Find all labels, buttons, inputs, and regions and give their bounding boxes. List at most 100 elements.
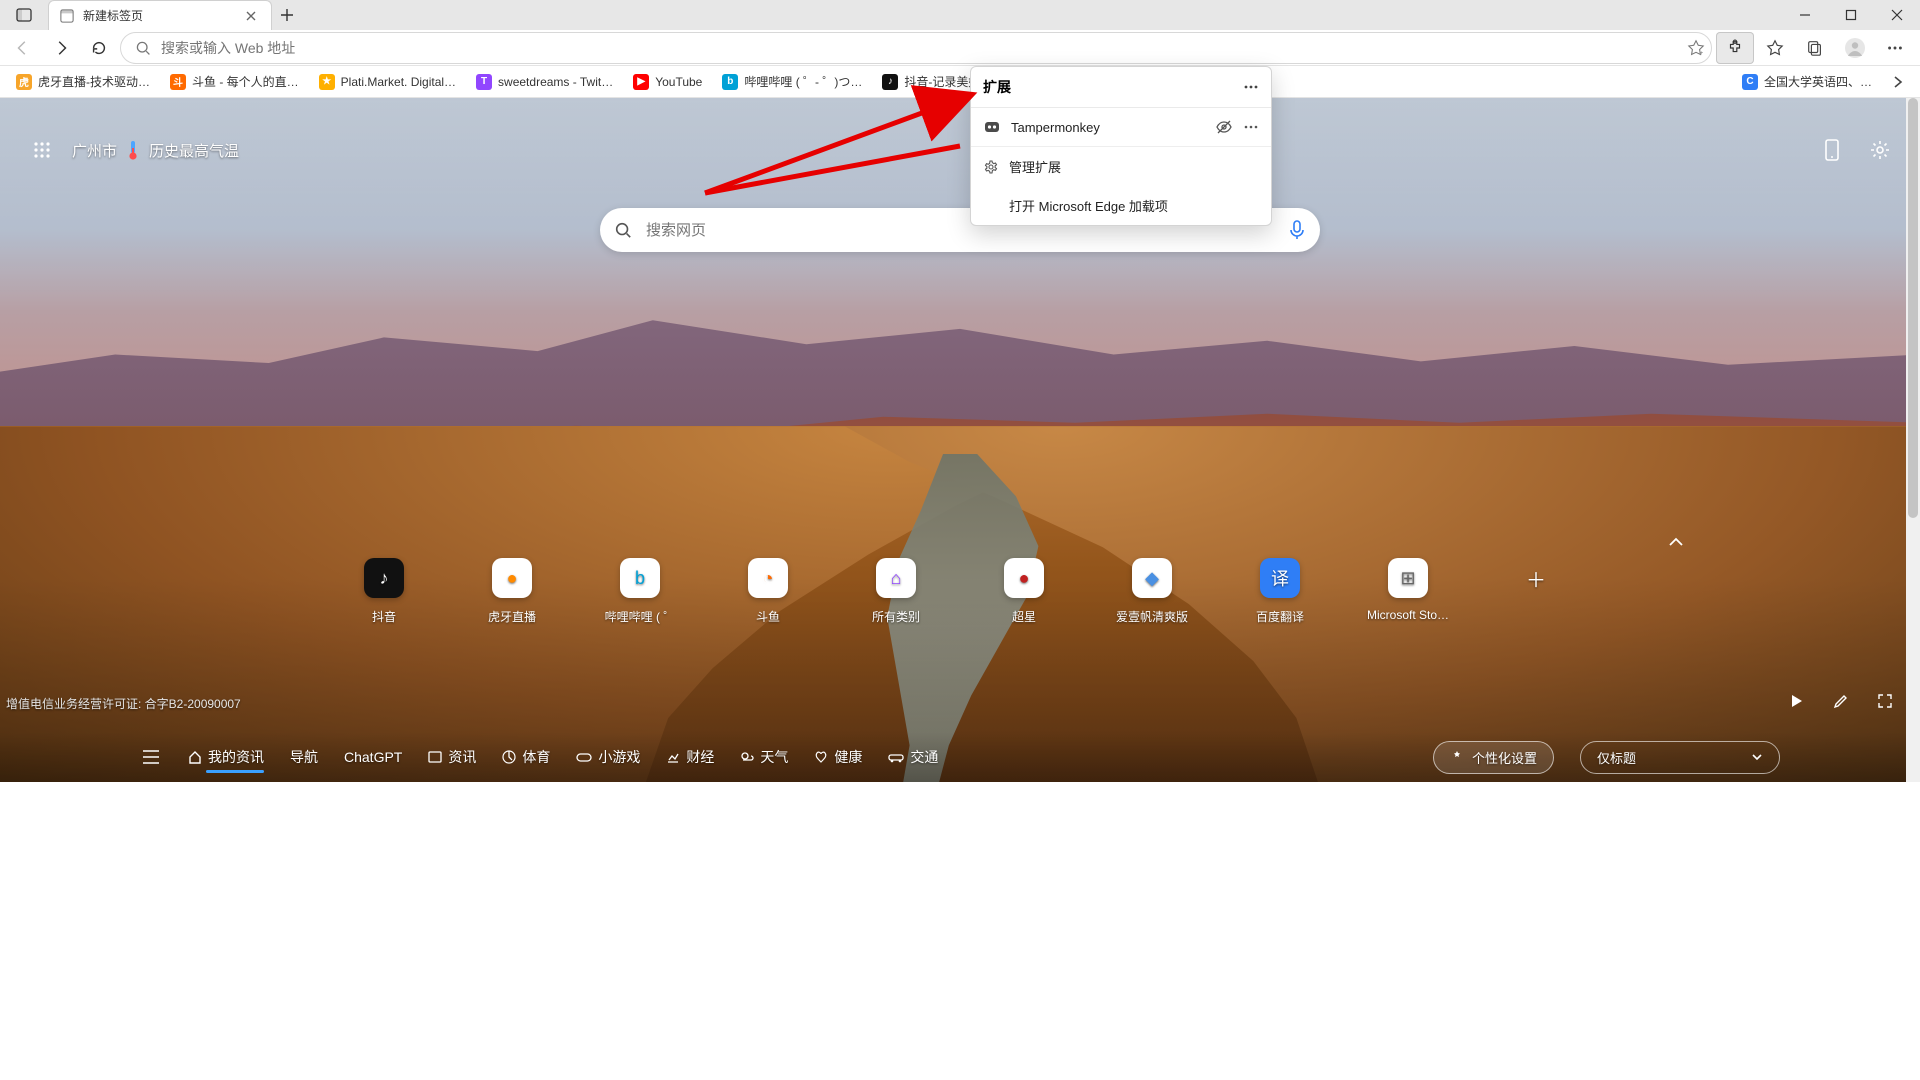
profile-button[interactable] xyxy=(1836,32,1874,64)
bookmark-item[interactable]: b哔哩哔哩 ( ゜- ゜)つ… xyxy=(714,69,870,95)
weather-widget[interactable]: 广州市 历史最高气温 xyxy=(72,140,239,161)
bookmark-favicon: 斗 xyxy=(170,74,186,90)
weather-city: 广州市 xyxy=(72,140,117,161)
forward-button[interactable] xyxy=(44,32,78,64)
quick-link-label: 百度翻译 xyxy=(1256,608,1304,625)
quick-link-label: 爱壹帆清爽版 xyxy=(1116,608,1188,625)
feed-tab-traffic[interactable]: 交通 xyxy=(888,747,938,767)
blank-area xyxy=(0,782,1920,1080)
favorites-button[interactable] xyxy=(1756,32,1794,64)
window-maximize-button[interactable] xyxy=(1828,0,1874,30)
bookmark-favicon: ▶ xyxy=(633,74,649,90)
gear-icon xyxy=(983,159,999,175)
extensions-popup-more-button[interactable] xyxy=(1243,79,1259,95)
bookmark-item[interactable]: C 全国大学英语四、… xyxy=(1734,69,1880,95)
quick-link-tile: ⌂ xyxy=(876,558,916,598)
feed-menu-button[interactable] xyxy=(140,746,162,768)
feed-tab-label: 天气 xyxy=(760,747,788,767)
play-background-button[interactable] xyxy=(1786,690,1808,712)
tab-actions-button[interactable] xyxy=(0,0,48,30)
quick-link-tile: ● xyxy=(492,558,532,598)
svg-text:+: + xyxy=(1700,50,1704,57)
address-input[interactable] xyxy=(161,40,1677,56)
feed-tab-chatgpt[interactable]: ChatGPT xyxy=(344,749,402,765)
extension-more-button[interactable] xyxy=(1243,119,1259,135)
feed-tab-news[interactable]: 资讯 xyxy=(428,747,476,767)
quick-link-tile: ⊞ xyxy=(1388,558,1428,598)
feed-tab-health[interactable]: 健康 xyxy=(814,747,862,767)
tab-title: 新建标签页 xyxy=(83,7,235,24)
chevron-down-icon xyxy=(1751,751,1763,763)
ntp-settings-button[interactable] xyxy=(1866,136,1894,164)
collections-button[interactable] xyxy=(1796,32,1834,64)
voice-search-icon[interactable] xyxy=(1288,220,1306,240)
bookmark-item[interactable]: Tsweetdreams - Twit… xyxy=(468,69,621,95)
edit-background-button[interactable] xyxy=(1830,690,1852,712)
feed-tab-sports[interactable]: 体育 xyxy=(502,747,550,767)
bookmark-label: 全国大学英语四、… xyxy=(1764,73,1872,90)
quick-link[interactable]: 译百度翻译 xyxy=(1245,558,1315,625)
feed-bar: 我的资讯 导航 ChatGPT 资讯 体育 小游戏 财经 天气 健康 xyxy=(0,732,1920,782)
bookmark-item[interactable]: 斗斗鱼 - 每个人的直… xyxy=(162,69,307,95)
browser-tab[interactable]: 新建标签页 xyxy=(48,0,272,30)
bookmarks-more-button[interactable] xyxy=(1884,69,1912,95)
bookmark-label: 哔哩哔哩 ( ゜- ゜)つ… xyxy=(744,73,862,90)
extension-item[interactable]: Tampermonkey xyxy=(971,108,1271,146)
add-quick-link[interactable]: ＋ xyxy=(1501,558,1571,598)
personalize-label: 个性化设置 xyxy=(1472,748,1537,767)
quick-link[interactable]: ⌂所有类别 xyxy=(861,558,931,625)
layout-dropdown[interactable]: 仅标题 xyxy=(1580,741,1780,774)
feed-tab-nav[interactable]: 导航 xyxy=(290,747,318,767)
window-close-button[interactable] xyxy=(1874,0,1920,30)
window-minimize-button[interactable] xyxy=(1782,0,1828,30)
address-bar[interactable]: + xyxy=(120,32,1712,64)
feed-tab-label: 导航 xyxy=(290,747,318,767)
extensions-popup: 扩展 Tampermonkey 管理扩展 打开 Microsoft Edge 加… xyxy=(970,66,1272,226)
quick-link[interactable]: ◔斗鱼 xyxy=(733,558,803,625)
personalize-button[interactable]: 个性化设置 xyxy=(1433,741,1554,774)
bookmark-item[interactable]: ★Plati.Market. Digital… xyxy=(311,69,464,95)
manage-extensions-item[interactable]: 管理扩展 xyxy=(971,146,1271,186)
bookmark-item[interactable]: 虎虎牙直播-技术驱动… xyxy=(8,69,158,95)
quick-link[interactable]: ● 虎牙直播 xyxy=(477,558,547,625)
new-tab-button[interactable] xyxy=(272,0,302,30)
bookmark-label: 虎牙直播-技术驱动… xyxy=(38,73,150,90)
collapse-quicklinks-button[interactable] xyxy=(1662,528,1690,556)
feed-tab-games[interactable]: 小游戏 xyxy=(576,747,640,767)
back-button[interactable] xyxy=(6,32,40,64)
extension-icon xyxy=(983,118,1001,136)
refresh-button[interactable] xyxy=(82,32,116,64)
bookmark-favicon: ★ xyxy=(319,74,335,90)
open-addons-item[interactable]: 打开 Microsoft Edge 加载项 xyxy=(971,186,1271,225)
tab-close-button[interactable] xyxy=(243,8,259,24)
apps-grid-button[interactable] xyxy=(28,136,56,164)
extensions-popup-title: 扩展 xyxy=(983,77,1011,97)
fullscreen-background-button[interactable] xyxy=(1874,690,1896,712)
feed-tab-myfeed[interactable]: 我的资讯 xyxy=(188,747,264,767)
app-menu-button[interactable] xyxy=(1876,32,1914,64)
search-icon xyxy=(135,40,151,56)
scrollbar-thumb[interactable] xyxy=(1908,98,1918,518)
plus-icon: ＋ xyxy=(1516,558,1556,598)
feed-tab-weather[interactable]: 天气 xyxy=(740,747,788,767)
quick-link-tile: ♪ xyxy=(364,558,404,598)
extension-name: Tampermonkey xyxy=(1011,120,1205,135)
feed-tab-finance[interactable]: 财经 xyxy=(666,747,714,767)
bookmark-item[interactable]: ▶YouTube xyxy=(625,69,710,95)
quick-link-label: 抖音 xyxy=(372,608,396,625)
feed-tab-label: 我的资讯 xyxy=(208,747,264,767)
mobile-sync-icon[interactable] xyxy=(1818,136,1846,164)
quick-link[interactable]: ◆爱壹帆清爽版 xyxy=(1117,558,1187,625)
quick-link-tile: 译 xyxy=(1260,558,1300,598)
tab-favicon xyxy=(59,8,75,24)
extension-visibility-button[interactable] xyxy=(1215,118,1233,136)
extensions-button[interactable] xyxy=(1716,32,1754,64)
quick-link[interactable]: ⊞Microsoft Sto… xyxy=(1373,558,1443,622)
quick-link[interactable]: ●超星 xyxy=(989,558,1059,625)
quick-link-tile: ● xyxy=(1004,558,1044,598)
quick-link-label: 虎牙直播 xyxy=(488,608,536,625)
quick-link[interactable]: ♪ 抖音 xyxy=(349,558,419,625)
favorite-star-icon[interactable]: + xyxy=(1687,39,1705,57)
vertical-scrollbar[interactable] xyxy=(1906,98,1920,782)
quick-link[interactable]: b哔哩哔哩 ( ゜ xyxy=(605,558,675,625)
